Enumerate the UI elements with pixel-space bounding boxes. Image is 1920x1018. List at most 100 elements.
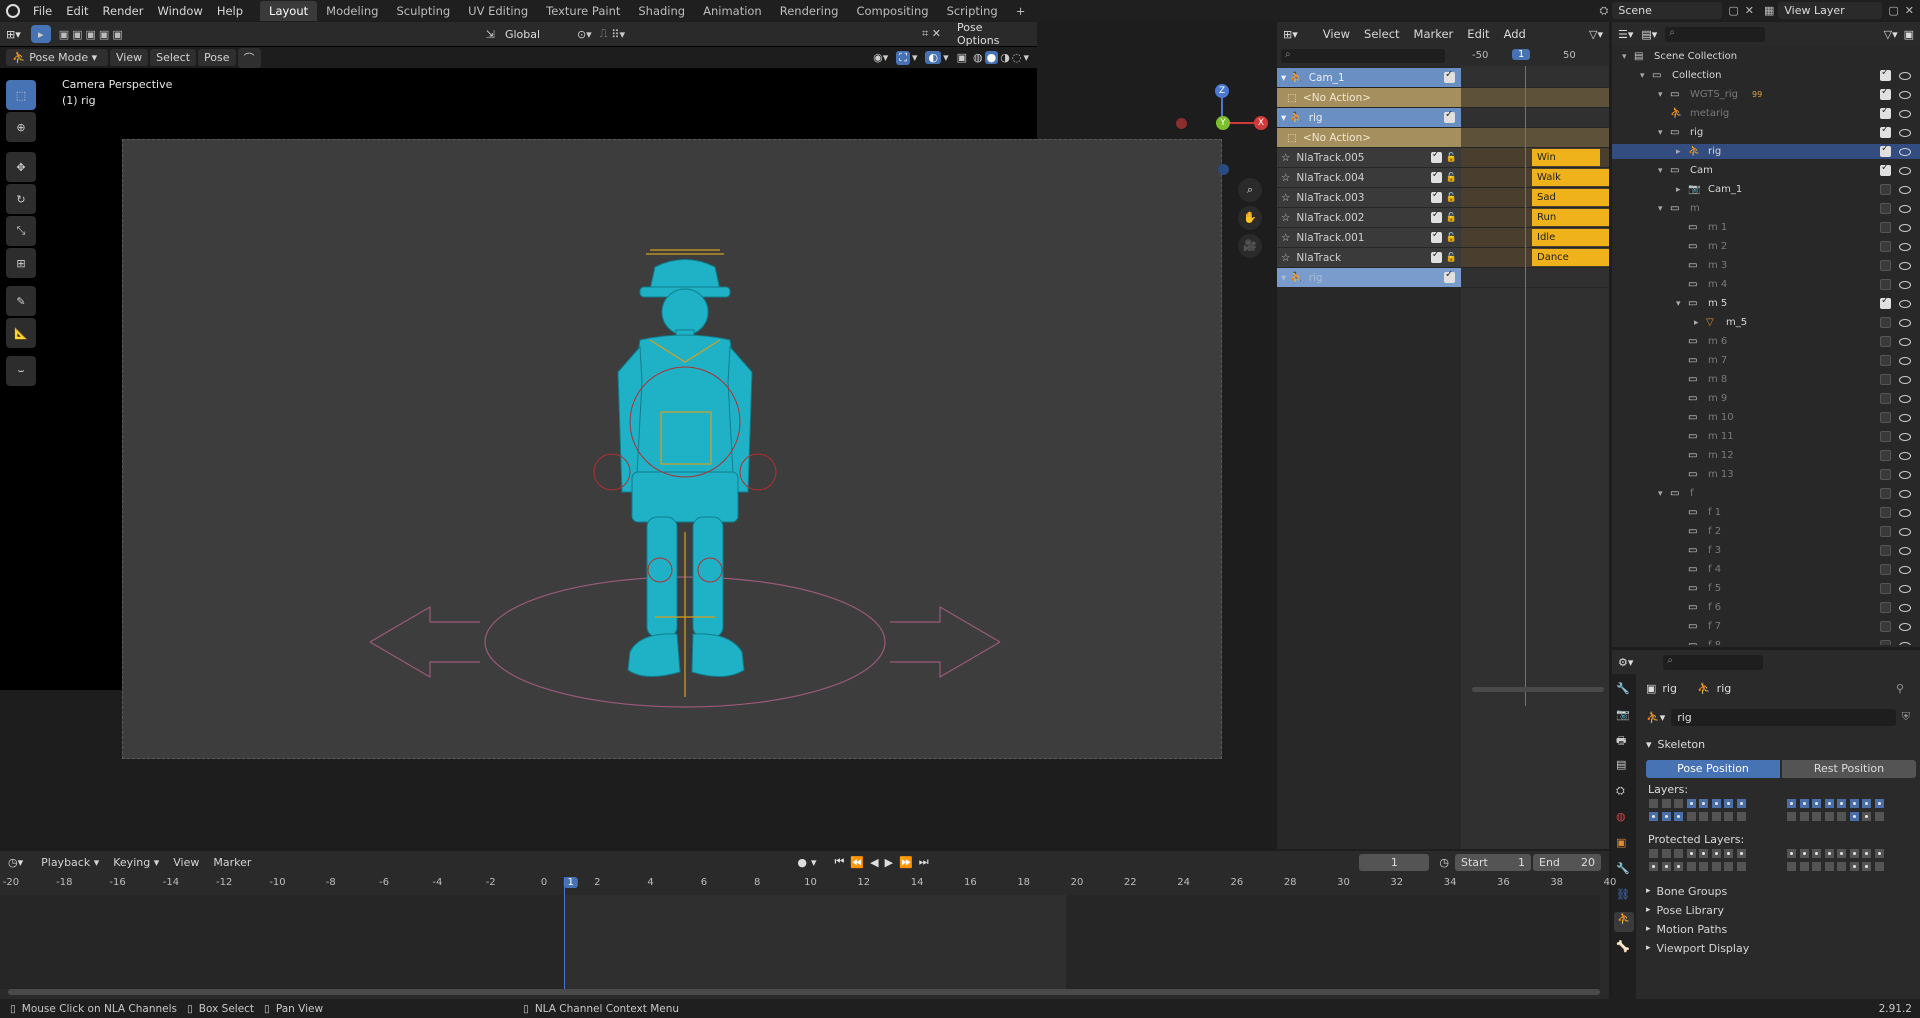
eye-icon[interactable] [1899,546,1911,555]
measure-tool-icon[interactable]: 📐 [6,318,36,348]
prev-keyframe-icon[interactable]: ⏪ [850,856,864,869]
exclude-checkbox[interactable] [1880,203,1891,214]
layer-toggle[interactable] [1685,798,1697,809]
channel-enable-checkbox[interactable] [1430,189,1442,203]
preview-range-icon[interactable]: ◷ [1439,856,1449,869]
layer-toggle[interactable] [1786,810,1797,822]
eye-icon[interactable] [1899,147,1911,156]
eye-icon[interactable] [1899,356,1911,365]
layer-toggle[interactable] [1848,798,1860,809]
exclude-checkbox[interactable] [1880,374,1891,385]
expand-arrow-icon[interactable]: ▾ [1658,90,1670,100]
layer-toggle[interactable] [1836,860,1847,872]
exclude-checkbox[interactable] [1880,86,1891,100]
next-keyframe-icon[interactable]: ⏩ [899,856,913,869]
expand-arrow-icon[interactable]: ▾ [1640,71,1652,81]
delete-scene-icon[interactable]: ✕ [1745,4,1754,17]
tab-shading[interactable]: Shading [629,1,694,21]
exclude-checkbox[interactable] [1880,583,1891,594]
exclude-checkbox[interactable] [1880,469,1891,480]
layer-toggle[interactable] [1848,860,1860,872]
outliner-search-field[interactable]: ⌕ [1665,26,1766,42]
layer-toggle[interactable] [1873,798,1885,809]
expand-arrow-icon[interactable]: ▸ [1676,185,1688,195]
nla-track-area[interactable] [1461,128,1609,148]
exclude-checkbox[interactable] [1880,241,1891,252]
layer-toggle[interactable] [1848,810,1860,822]
eye-icon[interactable] [1899,299,1911,308]
exclude-checkbox[interactable] [1880,545,1891,556]
outliner-item[interactable]: ▭f 8 [1612,638,1920,645]
expand-arrow-icon[interactable]: ▾ [1622,52,1634,62]
eye-icon[interactable] [1899,166,1911,175]
nla-menu-add[interactable]: Add [1497,27,1533,41]
layer-toggle[interactable] [1698,848,1709,859]
outliner-item[interactable]: ▭ m 11 [1612,429,1920,444]
layer-toggle[interactable] [1873,810,1885,822]
select-mode-icons[interactable]: ▣▣▣▣▣ [59,28,126,41]
start-frame-field[interactable]: Start 1 [1455,853,1531,871]
rig-character[interactable] [350,222,1050,722]
nla-filter-icon[interactable]: ▽▾ [1589,28,1603,41]
viewport-3d[interactable]: ⊞▾ ▸ ▣▣▣▣▣ ⇲ Global ⊙▾ ⎍ ⠿▾ ⌗ ✕ Pose Opt… [0,21,1268,759]
layer-toggle[interactable] [1685,810,1697,822]
nla-channel[interactable]: ☆ NlaTrack.004 🔓 [1277,168,1461,188]
world-tab-icon[interactable]: ◍ [1616,810,1626,823]
panel-header[interactable]: ▸ Motion Paths [1646,920,1916,938]
material-shading-icon[interactable]: ◑ [1000,51,1010,64]
outliner-item[interactable]: ▾ ▭ f [1612,486,1920,501]
eye-icon[interactable] [1899,432,1911,441]
layer-toggle[interactable] [1648,798,1659,809]
modifier-tab-icon[interactable]: 🔧 [1616,862,1630,875]
exclude-checkbox[interactable] [1880,222,1891,233]
layer-toggle[interactable] [1836,798,1847,809]
layer-toggle[interactable] [1648,860,1659,872]
nla-channel[interactable]: ▾ ⛹ rig [1277,268,1461,288]
outliner-item[interactable]: ▭ f 1 [1612,505,1920,520]
layer-toggle[interactable] [1798,810,1810,822]
layer-toggle[interactable] [1798,798,1810,809]
new-view-layer-icon[interactable]: ▢ [1888,4,1898,17]
outliner-item[interactable]: ▭ m 2 [1612,239,1920,254]
layer-toggle[interactable] [1811,860,1822,872]
exclude-checkbox[interactable] [1880,602,1891,613]
outliner-item[interactable]: ▭ m 10 [1612,410,1920,425]
blender-logo-icon[interactable] [6,3,20,18]
exclude-checkbox[interactable] [1880,124,1891,138]
layer-toggle[interactable] [1648,810,1659,822]
eye-icon[interactable] [1899,394,1911,403]
annotate-tool-icon[interactable]: ✎ [6,286,36,316]
expand-arrow-icon[interactable]: ▾ [1658,204,1670,214]
eye-icon[interactable] [1899,337,1911,346]
pan-icon[interactable]: ✋ [1238,206,1262,230]
scene-tab-icon[interactable]: ⛭ [1616,784,1625,798]
scene-field[interactable]: Scene [1612,2,1723,19]
expand-arrow-icon[interactable]: ▸ [1694,318,1706,328]
pose-position-button[interactable]: Pose Position [1646,760,1780,778]
eye-icon[interactable] [1899,318,1911,327]
expand-arrow-icon[interactable]: ▾ [1658,166,1670,176]
layer-toggle[interactable] [1685,860,1697,872]
transform-tool-icon[interactable]: ⊞ [6,248,36,278]
current-frame-indicator[interactable]: 1 [563,877,578,888]
layer-toggle[interactable] [1861,860,1872,872]
panel-expand-icon[interactable]: ▸ [1646,943,1651,953]
layer-toggle[interactable] [1811,810,1822,822]
new-collection-icon[interactable]: ▣ [1904,28,1914,41]
exclude-checkbox[interactable] [1880,260,1891,271]
outliner-item[interactable]: ▾ ▭ WGTS_rig 99 [1612,86,1920,102]
nla-menu-select[interactable]: Select [1357,27,1406,41]
outliner-item[interactable]: ▭ f 5 [1612,581,1920,596]
nla-search-field[interactable]: ⌕ [1281,49,1445,63]
channel-enable-checkbox[interactable] [1444,269,1455,283]
layer-toggle[interactable] [1710,848,1722,859]
eye-icon[interactable] [1899,527,1911,536]
menu-edit[interactable]: Edit [59,4,95,18]
exclude-checkbox[interactable] [1880,507,1891,518]
eye-icon[interactable] [1899,280,1911,289]
jump-start-icon[interactable]: ⏮ [835,855,845,869]
exclude-checkbox[interactable] [1880,162,1891,176]
solid-shading-icon[interactable]: ● [984,51,999,64]
layer-toggle[interactable] [1786,860,1797,872]
exclude-checkbox[interactable] [1880,450,1891,461]
